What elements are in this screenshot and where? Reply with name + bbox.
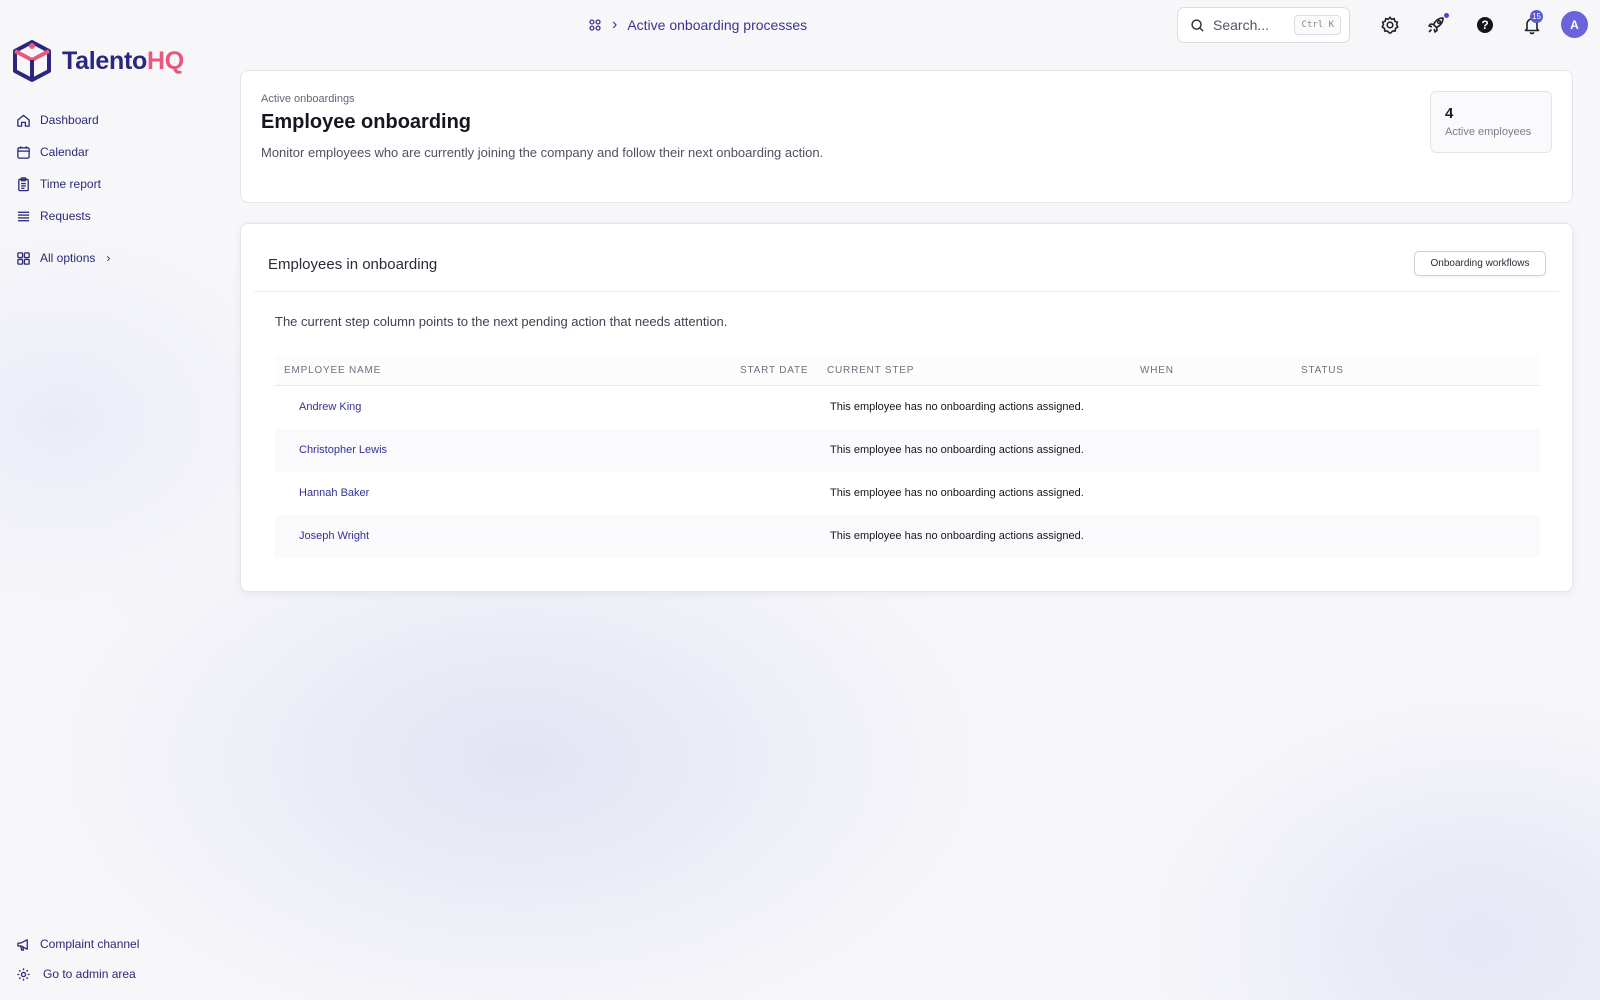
chevron-right-icon: ›	[106, 251, 111, 265]
sidebar-item-dashboard[interactable]: Dashboard	[16, 110, 110, 130]
column-header-when[interactable]: WHEN	[1140, 365, 1174, 376]
svg-text:?: ?	[1481, 18, 1488, 32]
notification-count-badge: 15	[1530, 10, 1543, 23]
brand-name-part2: HQ	[146, 46, 184, 75]
sidebar-item-label: Time report	[40, 177, 101, 191]
megaphone-icon	[17, 938, 28, 951]
page-description: Monitor employees who are currently join…	[261, 145, 824, 160]
sidebar-item-label: Go to admin area	[43, 967, 136, 981]
table-row: Andrew King This employee has no onboard…	[275, 386, 1540, 429]
avatar[interactable]: A	[1561, 11, 1588, 38]
current-step-cell: This employee has no onboarding actions …	[830, 444, 1084, 456]
sidebar-bottom-nav: Complaint channel Go to admin area	[16, 934, 139, 994]
page-title: Employee onboarding	[261, 111, 472, 133]
brand-name: TalentoHQ	[62, 47, 184, 76]
brand-name-part1: Talento	[62, 46, 147, 75]
column-header-status[interactable]: STATUS	[1301, 365, 1344, 376]
chevron-right-icon: ›	[612, 16, 618, 33]
employee-name-link[interactable]: Joseph Wright	[299, 530, 369, 542]
sidebar-item-label: All options	[40, 251, 96, 265]
sidebar-item-label: Dashboard	[40, 113, 99, 127]
sidebar-nav: Dashboard Calendar Time report Requests …	[16, 110, 110, 280]
table-row: Hannah Baker This employee has no onboar…	[275, 472, 1540, 515]
table-row: Christopher Lewis This employee has no o…	[275, 429, 1540, 472]
apps-grid-icon[interactable]	[588, 18, 602, 32]
sidebar-item-complaint-channel[interactable]: Complaint channel	[16, 934, 139, 954]
logo-cube-icon	[13, 40, 51, 82]
divider	[254, 291, 1559, 292]
current-step-cell: This employee has no onboarding actions …	[830, 401, 1084, 413]
current-step-cell: This employee has no onboarding actions …	[830, 487, 1084, 499]
sidebar-item-admin-area[interactable]: Go to admin area	[16, 964, 139, 984]
logo[interactable]: TalentoHQ	[12, 40, 184, 82]
current-step-cell: This employee has no onboarding actions …	[830, 530, 1084, 542]
sidebar-item-label: Complaint channel	[40, 937, 140, 951]
sidebar-item-requests[interactable]: Requests	[16, 206, 110, 226]
clipboard-icon	[18, 176, 29, 191]
help-icon: ?	[1477, 17, 1493, 33]
status-dot	[1444, 13, 1449, 18]
sidebar-item-label: Requests	[40, 209, 91, 223]
page-eyebrow: Active onboardings	[261, 93, 355, 105]
list-icon	[17, 211, 30, 221]
search-icon	[1191, 18, 1204, 32]
search-input[interactable]: Search... Ctrl K	[1177, 7, 1350, 43]
table-header: EMPLOYEE NAME START DATE CURRENT STEP WH…	[275, 356, 1540, 386]
rocket-icon	[1428, 17, 1444, 33]
gear-icon	[17, 967, 30, 981]
stat-value: 4	[1445, 105, 1454, 122]
employees-table-card: Employees in onboarding Onboarding workf…	[240, 223, 1573, 592]
breadcrumb: › Active onboarding processes	[588, 15, 807, 35]
sidebar-item-time-report[interactable]: Time report	[16, 174, 110, 194]
page-header-card: Active onboardings Employee onboarding M…	[240, 70, 1573, 203]
sidebar-item-all-options[interactable]: All options ›	[16, 248, 110, 268]
table-row: Joseph Wright This employee has no onboa…	[275, 515, 1540, 558]
gear-icon	[1381, 16, 1399, 34]
sidebar-item-calendar[interactable]: Calendar	[16, 142, 110, 162]
active-employees-stat: 4 Active employees	[1430, 91, 1552, 153]
onboarding-workflows-button[interactable]: Onboarding workflows	[1414, 251, 1546, 276]
search-shortcut: Ctrl K	[1294, 15, 1341, 35]
employees-table: EMPLOYEE NAME START DATE CURRENT STEP WH…	[275, 356, 1540, 558]
column-header-employee-name[interactable]: EMPLOYEE NAME	[284, 365, 381, 376]
settings-button[interactable]	[1379, 14, 1401, 36]
getting-started-button[interactable]	[1425, 14, 1447, 36]
column-header-start-date[interactable]: START DATE	[740, 365, 808, 376]
help-button[interactable]: ?	[1474, 14, 1496, 36]
grid-icon	[17, 251, 30, 265]
calendar-icon	[17, 145, 30, 159]
sidebar: TalentoHQ Dashboard Calendar Time report…	[0, 0, 230, 1000]
section-title: Employees in onboarding	[268, 256, 438, 273]
employee-name-link[interactable]: Hannah Baker	[299, 487, 369, 499]
sidebar-item-label: Calendar	[40, 145, 89, 159]
search-placeholder: Search...	[1213, 17, 1270, 33]
stat-label: Active employees	[1445, 126, 1532, 138]
table-note: The current step column points to the ne…	[275, 314, 728, 329]
home-icon	[17, 114, 30, 127]
breadcrumb-current[interactable]: Active onboarding processes	[627, 17, 807, 33]
column-header-current-step[interactable]: CURRENT STEP	[827, 365, 914, 376]
employee-name-link[interactable]: Christopher Lewis	[299, 444, 387, 456]
employee-name-link[interactable]: Andrew King	[299, 401, 361, 413]
